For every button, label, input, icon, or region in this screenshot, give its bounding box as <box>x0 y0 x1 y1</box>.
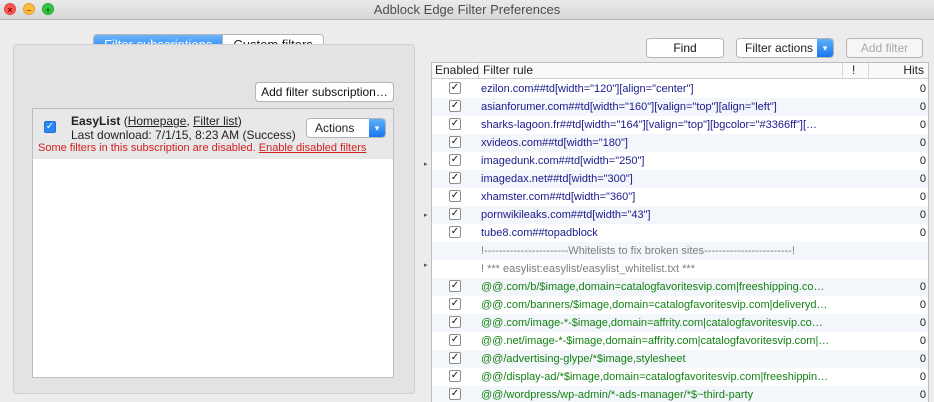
filter-rule-text: @@.com/image-*-$image,domain=affrity.com… <box>481 317 823 329</box>
window-title: Adblock Edge Filter Preferences <box>373 2 561 17</box>
add-filter-button[interactable]: Add filter <box>846 38 923 58</box>
filter-rule-text: xhamster.com##td[width="360"] <box>481 191 636 203</box>
add-filter-subscription-button[interactable]: Add filter subscription… <box>255 82 394 102</box>
hits-count: 0 <box>919 83 926 95</box>
rule-enabled-checkbox[interactable]: ✓ <box>449 136 461 148</box>
table-row[interactable]: !-----------------------Whitelists to fi… <box>432 242 928 260</box>
filter-rule-text: @@/display-ad/*$image,domain=catalogfavo… <box>481 371 829 383</box>
filter-rule-text: @@/advertising-glype/*$image,stylesheet <box>481 353 686 365</box>
chevron-down-icon: ▾ <box>817 39 833 57</box>
table-row[interactable]: ✓ sharks-lagoon.fr##td[width="164"][valig… <box>432 116 928 134</box>
hits-count: 0 <box>919 137 926 149</box>
table-row[interactable]: ✓ tube8.com##topadblock 0 <box>432 224 928 242</box>
filter-rule-text: @@.com/b/$image,domain=catalogfavoritesv… <box>481 281 825 293</box>
filter-rule-text: xvideos.com##td[width="180"] <box>481 137 628 149</box>
table-header: Enabled Filter rule ! Hits <box>432 63 928 79</box>
subscription-title: EasyList (Homepage, Filter list) <box>71 114 242 128</box>
table-row[interactable]: ✓ xvideos.com##td[width="180"] 0 <box>432 134 928 152</box>
hits-count: 0 <box>919 101 926 113</box>
table-row[interactable]: ! *** easylist:easylist/easylist_whiteli… <box>432 260 928 278</box>
table-row[interactable]: ✓ @@/display-ad/*$image,domain=catalogfav… <box>432 368 928 386</box>
hits-count: 0 <box>919 173 926 185</box>
find-button[interactable]: Find <box>646 38 724 58</box>
filter-actions-label: Filter actions <box>745 41 814 55</box>
column-header-flag[interactable]: ! <box>852 63 855 78</box>
last-download-status: Last download: 7/1/15, 8:23 AM (Success) <box>71 128 296 142</box>
filter-rule-text: tube8.com##topadblock <box>481 227 598 239</box>
warning-text: Some filters in this subscription are di… <box>38 142 256 154</box>
filter-rule-text: ! *** easylist:easylist/easylist_whiteli… <box>481 263 695 275</box>
rule-enabled-checkbox[interactable]: ✓ <box>449 388 461 400</box>
hits-count: 0 <box>919 371 926 383</box>
filter-rule-text: @@/wordpress/wp-admin/*-ads-manager/*$~t… <box>481 389 754 401</box>
column-header-enabled[interactable]: Enabled <box>435 63 479 78</box>
filter-rule-text: imagedunk.com##td[width="250"] <box>481 155 645 167</box>
splitter-handle-icon[interactable]: ▸ <box>424 160 428 168</box>
table-row[interactable]: ✓ imagedunk.com##td[width="250"] 0 <box>432 152 928 170</box>
filter-rule-text: pornwikileaks.com##td[width="43"] <box>481 209 651 221</box>
rule-enabled-checkbox[interactable]: ✓ <box>449 190 461 202</box>
hits-count: 0 <box>919 281 926 293</box>
rule-enabled-checkbox[interactable]: ✓ <box>449 82 461 94</box>
filter-rule-text: imagedax.net##td[width="300"] <box>481 173 633 185</box>
rule-enabled-checkbox[interactable]: ✓ <box>449 118 461 130</box>
rule-enabled-checkbox[interactable]: ✓ <box>449 298 461 310</box>
subscription-name: EasyList <box>71 114 121 128</box>
rule-enabled-checkbox[interactable]: ✓ <box>449 226 461 238</box>
table-row[interactable]: ✓ ezilon.com##td[width="120"][align="cent… <box>432 80 928 98</box>
subscription-item-easylist[interactable]: ✓ EasyList (Homepage, Filter list) Last … <box>33 109 393 159</box>
table-row[interactable]: ✓ @@.com/banners/$image,domain=catalogfav… <box>432 296 928 314</box>
hits-count: 0 <box>919 227 926 239</box>
chevron-down-icon: ▾ <box>369 119 385 137</box>
title-bar: × – + Adblock Edge Filter Preferences <box>0 0 934 20</box>
rule-enabled-checkbox[interactable]: ✓ <box>449 370 461 382</box>
table-row[interactable]: ✓ xhamster.com##td[width="360"] 0 <box>432 188 928 206</box>
table-row[interactable]: ✓ asianforumer.com##td[width="160"][valig… <box>432 98 928 116</box>
rule-enabled-checkbox[interactable]: ✓ <box>449 280 461 292</box>
subscription-list[interactable]: ✓ EasyList (Homepage, Filter list) Last … <box>32 108 394 378</box>
filter-list-link[interactable]: Filter list <box>193 114 238 128</box>
column-header-filter-rule[interactable]: Filter rule <box>483 63 533 78</box>
splitter-handle-icon[interactable]: ▸ <box>424 211 428 219</box>
filter-rule-text: ezilon.com##td[width="120"][align="cente… <box>481 83 694 95</box>
actions-label: Actions <box>315 121 355 135</box>
hits-count: 0 <box>919 335 926 347</box>
rule-enabled-checkbox[interactable]: ✓ <box>449 316 461 328</box>
table-row[interactable]: ✓ @@.com/image-*-$image,domain=affrity.co… <box>432 314 928 332</box>
filter-rule-text: @@.net/image-*-$image,domain=affrity.com… <box>481 335 830 347</box>
table-row[interactable]: ✓ @@.net/image-*-$image,domain=affrity.co… <box>432 332 928 350</box>
hits-count: 0 <box>919 209 926 221</box>
hits-count: 0 <box>919 299 926 311</box>
filter-actions-popup[interactable]: Filter actions ▾ <box>736 38 834 58</box>
hits-count: 0 <box>919 155 926 167</box>
splitter-handle-icon[interactable]: ▸ <box>424 261 428 269</box>
hits-count: 0 <box>919 119 926 131</box>
rule-enabled-checkbox[interactable]: ✓ <box>449 154 461 166</box>
rule-enabled-checkbox[interactable]: ✓ <box>449 208 461 220</box>
filter-rule-text: asianforumer.com##td[width="160"][valign… <box>481 101 777 113</box>
rule-enabled-checkbox[interactable]: ✓ <box>449 334 461 346</box>
column-header-hits[interactable]: Hits <box>903 63 924 78</box>
table-row[interactable]: ✓ pornwikileaks.com##td[width="43"] 0 <box>432 206 928 224</box>
enable-disabled-filters-link[interactable]: Enable disabled filters <box>259 142 367 154</box>
table-row[interactable]: ✓ @@.com/b/$image,domain=catalogfavorites… <box>432 278 928 296</box>
table-row[interactable]: ✓ imagedax.net##td[width="300"] 0 <box>432 170 928 188</box>
filter-rule-text: !-----------------------Whitelists to fi… <box>481 245 795 257</box>
subscription-actions-popup[interactable]: Actions ▾ <box>306 118 386 138</box>
hits-count: 0 <box>919 191 926 203</box>
hits-count: 0 <box>919 389 926 401</box>
rule-enabled-checkbox[interactable]: ✓ <box>449 172 461 184</box>
hits-count: 0 <box>919 353 926 365</box>
subscription-enabled-checkbox[interactable]: ✓ <box>44 121 56 133</box>
filter-rule-text: @@.com/banners/$image,domain=catalogfavo… <box>481 299 828 311</box>
table-row[interactable]: ✓ @@/advertising-glype/*$image,stylesheet… <box>432 350 928 368</box>
hits-count: 0 <box>919 317 926 329</box>
filter-rule-text: sharks-lagoon.fr##td[width="164"][valign… <box>481 119 818 131</box>
table-row[interactable]: ✓ @@/wordpress/wp-admin/*-ads-manager/*$~… <box>432 386 928 402</box>
homepage-link[interactable]: Homepage <box>128 114 187 128</box>
rule-enabled-checkbox[interactable]: ✓ <box>449 352 461 364</box>
rule-enabled-checkbox[interactable]: ✓ <box>449 100 461 112</box>
filter-rules-table[interactable]: Enabled Filter rule ! Hits ✓ ezilon.com##… <box>431 62 929 402</box>
disabled-filters-warning: Some filters in this subscription are di… <box>38 142 366 154</box>
